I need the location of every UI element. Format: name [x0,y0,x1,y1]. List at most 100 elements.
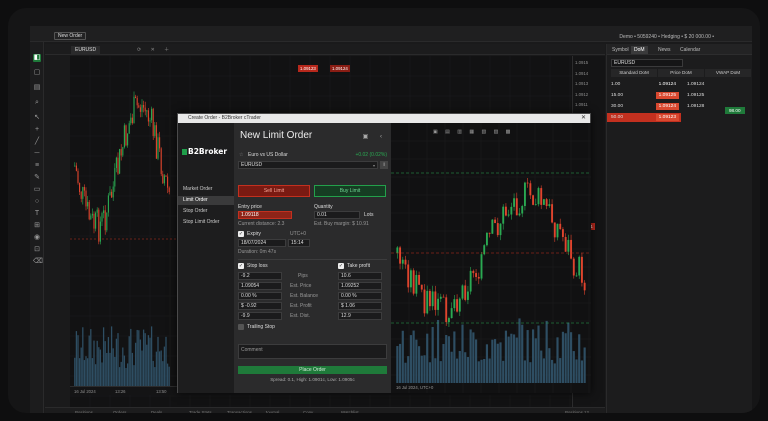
sl-dist-input[interactable]: -9.9 [238,312,282,320]
measure-icon[interactable]: ⊞ [33,222,41,230]
dom-bid-row[interactable]: 15.00 1.09125 [607,91,681,100]
crosshair-icon[interactable]: + [33,126,41,134]
order-type-stop[interactable]: Stop Order [178,207,234,216]
chart-mode-icon[interactable]: ◧ [33,54,41,62]
comment-input[interactable]: Comment [238,344,387,359]
stop-loss-checkbox[interactable]: ✓ [238,263,244,269]
order-type-limit[interactable]: Limit Order [178,196,234,205]
candle-body [437,298,440,310]
tab-news[interactable]: News [655,46,674,54]
bottom-tab[interactable]: Deals [151,410,162,413]
tab-eurusd[interactable]: EURUSD [71,46,101,54]
buy-price-box[interactable]: 1.09124 [330,65,350,72]
bottom-tab[interactable]: Copy [303,410,313,413]
dom-bid-row[interactable]: 50.00 1.09123 [607,113,681,122]
candle-body [98,209,100,242]
dialog-mini-chart[interactable] [391,123,591,393]
pips-label: Pips [298,273,308,279]
bottom-tab[interactable]: Transactions [227,410,252,413]
volume-bar [453,331,456,383]
dom-bid-row[interactable]: 1.00 1.09124 [607,80,681,89]
trash-icon[interactable]: ⌫ [33,258,43,266]
quantity-input[interactable]: 0.01 [314,211,360,219]
fib-icon[interactable]: ≡ [33,162,41,170]
tab-standard-dom[interactable]: Standard DoM [611,69,657,77]
volume-bar [420,355,423,383]
mini-chart-tools-icon[interactable]: ▣ ▤ ▥ ▦ ▧ ▨ ▩ [433,129,513,135]
volume-bar [491,339,494,383]
sell-limit-button[interactable]: Sell Limit [238,185,310,197]
info-icon[interactable]: i [380,161,388,169]
tab-dom[interactable]: DoM [631,46,648,54]
volume-bar [131,352,134,386]
buy-limit-button[interactable]: Buy Limit [314,185,386,197]
text-icon[interactable]: T [33,210,41,218]
volume-bar [523,360,527,383]
bottom-tab[interactable]: Orders [113,410,126,413]
order-type-stop-limit[interactable]: Stop Limit Order [178,218,234,227]
copy-icon[interactable]: ▢ [33,69,41,77]
tp-price-input[interactable]: 1.09252 [338,282,382,290]
sl-price-input[interactable]: 1.09054 [238,282,282,290]
candle-body [80,191,82,199]
tab-symbol[interactable]: Symbol [609,46,632,54]
volume-bar [120,361,122,386]
volume-bar [106,352,108,386]
take-profit-checkbox[interactable]: ✓ [338,263,344,269]
trailing-stop-checkbox[interactable] [238,324,244,330]
tp-pips-input[interactable]: 10.6 [338,272,382,280]
bottom-tab[interactable]: Journal [265,410,279,413]
order-type-market[interactable]: Market Order [178,185,234,194]
pen-icon[interactable]: ✎ [33,174,41,182]
volume-bar [474,339,478,383]
zoom-icon[interactable]: ⌕ [33,99,41,107]
expiry-time-input[interactable]: 15:14 [288,239,310,247]
bottom-tab[interactable]: Trade Stats [189,410,212,413]
sl-balance-input[interactable]: 0.00 % [238,292,282,300]
cursor-icon[interactable]: ↖ [33,114,41,122]
ctrader-app: New Order Demo • 5059240 • Hedging • $ 2… [30,26,752,413]
sell-price-box[interactable]: 1.09123 [298,65,318,72]
bottom-tab[interactable]: Positions [75,410,93,413]
expiry-checkbox[interactable]: ✓ [238,231,244,237]
eye-icon[interactable]: ◉ [33,234,41,242]
form-header-icons[interactable]: ▣ ‹ [363,133,387,140]
place-order-button[interactable]: Place Order [238,366,387,374]
entry-price-input[interactable]: 1.09118 [238,211,292,219]
circle-icon[interactable]: ○ [33,198,41,206]
bottom-tab[interactable]: Positions 12 [565,410,589,413]
symbol-select[interactable]: EURUSD ▾ [238,161,378,169]
volume-bar [504,330,508,383]
dom-bid-row[interactable]: 30.00 1.09124 [607,102,681,111]
dom-ask-row[interactable]: 1.09125 [683,91,753,100]
rect-icon[interactable]: ▭ [33,186,41,194]
tp-dist-input[interactable]: 12.9 [338,312,382,320]
tp-balance-input[interactable]: 0.00 % [338,292,382,300]
dom-symbol-select[interactable]: EURUSD [611,59,683,67]
sl-pips-input[interactable]: -9.2 [238,272,282,280]
candle-body [151,108,153,121]
tab-vwap-dom[interactable]: VWAP DoM [705,69,751,77]
analyze-icon[interactable]: ▤ [33,84,41,92]
new-order-button[interactable]: New Order [54,32,87,40]
volume-bar [86,358,89,386]
candle-body [157,137,159,159]
candle-body [415,274,418,294]
sl-profit-input[interactable]: $ -0.92 [238,302,282,310]
time-axis-tick: 13:50 [156,389,167,394]
lock-icon[interactable]: ⊡ [33,246,41,254]
expiry-date-input[interactable]: 18/07/2024 [238,239,286,247]
tab-calendar[interactable]: Calendar [677,46,703,54]
create-order-dialog: Create Order - B2Broker cTrader ✕ B2Brok… [177,113,591,393]
volume-bar [160,350,162,386]
tab-actions-icon[interactable]: ⟳ ✕ ＋ [137,46,173,53]
account-info[interactable]: Demo • 5059240 • Hedging • $ 20 000.00 • [619,34,714,40]
bottom-tab[interactable]: Watchlist [341,410,359,413]
tp-profit-input[interactable]: $ 1.06 [338,302,382,310]
close-icon[interactable]: ✕ [581,114,586,123]
star-icon[interactable]: ☆ [239,152,243,158]
line-icon[interactable]: ╱ [33,138,41,146]
tab-price-dom[interactable]: Price DoM [658,69,704,77]
dom-ask-row[interactable]: 1.09124 [683,80,753,89]
hline-icon[interactable]: ─ [33,150,41,158]
